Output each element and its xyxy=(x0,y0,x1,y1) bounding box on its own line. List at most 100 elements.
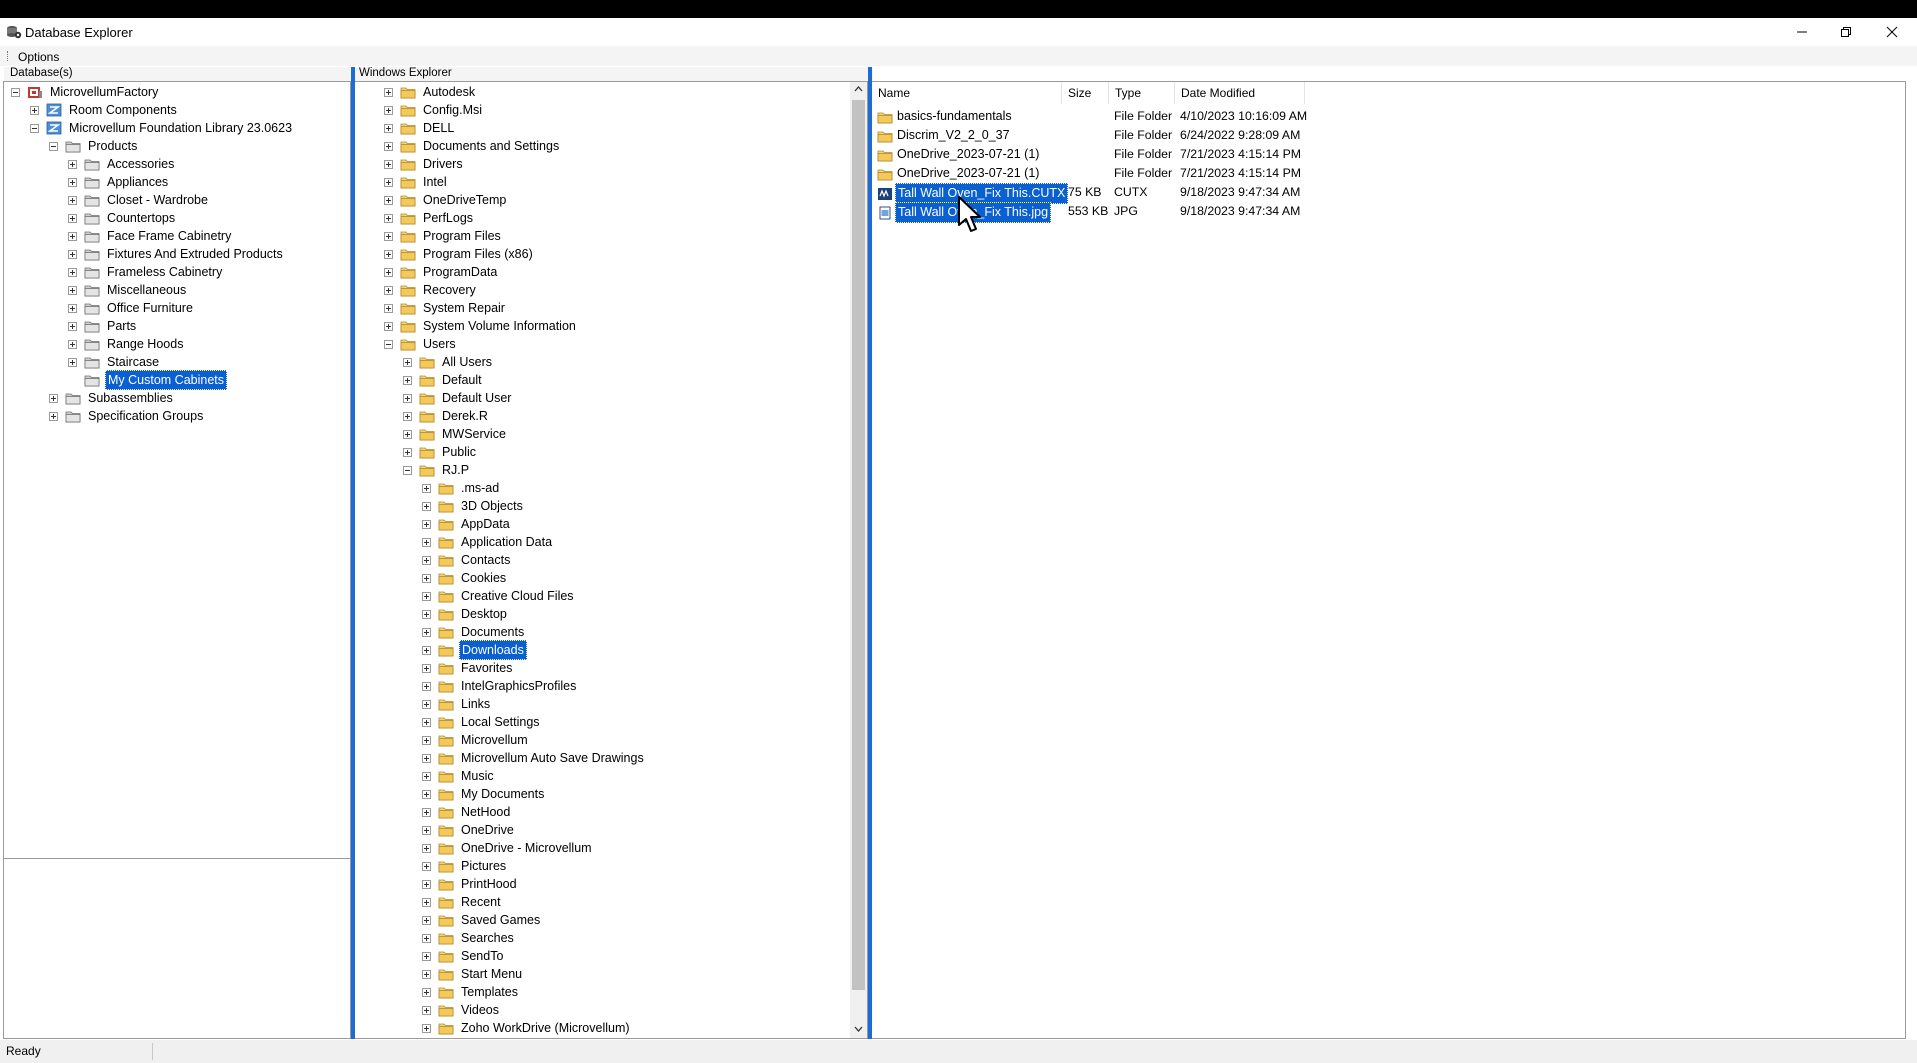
tree-node-label[interactable]: MicrovellumFactory xyxy=(48,83,160,101)
tree-node[interactable]: Cookies xyxy=(422,569,508,587)
expand-icon[interactable] xyxy=(422,789,431,799)
minimize-button[interactable] xyxy=(1780,18,1824,46)
tree-node[interactable]: Public xyxy=(403,443,478,461)
tree-node-label[interactable]: Fixtures And Extruded Products xyxy=(105,245,285,263)
tree-node[interactable]: Miscellaneous xyxy=(68,281,188,299)
tree-node-label[interactable]: System Volume Information xyxy=(421,317,578,335)
file-list-row[interactable]: OneDrive_2023-07-21 (1) File Folder 7/21/2… xyxy=(872,164,1312,183)
tree-node-label[interactable]: All Users xyxy=(440,353,494,371)
tree-node[interactable]: Config.Msi xyxy=(384,101,484,119)
scroll-down-arrow-icon[interactable] xyxy=(854,1026,863,1032)
expand-icon[interactable] xyxy=(49,411,58,421)
expand-icon[interactable] xyxy=(422,933,431,943)
expand-icon[interactable] xyxy=(384,123,393,133)
expand-icon[interactable] xyxy=(422,555,431,565)
tree-node-label[interactable]: Application Data xyxy=(459,533,554,551)
tree-node-label[interactable]: Contacts xyxy=(459,551,512,569)
expand-icon[interactable] xyxy=(384,231,393,241)
tree-node[interactable]: PerfLogs xyxy=(384,209,475,227)
tree-node[interactable]: Autodesk xyxy=(384,83,477,101)
tree-node-label[interactable]: IntelGraphicsProfiles xyxy=(459,677,578,695)
expand-icon[interactable] xyxy=(68,303,77,313)
tree-node-label[interactable]: Pictures xyxy=(459,857,508,875)
expand-icon[interactable] xyxy=(403,411,412,421)
tree-node-label[interactable]: PerfLogs xyxy=(421,209,475,227)
tree-node-label[interactable]: Range Hoods xyxy=(105,335,185,353)
tree-node-label[interactable]: Music xyxy=(459,767,496,785)
tree-node-label[interactable]: Public xyxy=(440,443,478,461)
expand-icon[interactable] xyxy=(403,357,412,367)
explorer-vertical-scrollbar[interactable] xyxy=(850,82,867,1038)
collapse-icon[interactable] xyxy=(403,465,412,475)
tree-node[interactable]: Links xyxy=(422,695,492,713)
expand-icon[interactable] xyxy=(422,519,431,529)
tree-node-label[interactable]: Accessories xyxy=(105,155,176,173)
tree-node[interactable]: System Volume Information xyxy=(384,317,578,335)
expand-icon[interactable] xyxy=(49,393,58,403)
tree-node-label[interactable]: Links xyxy=(459,695,492,713)
tree-node[interactable]: Program Files (x86) xyxy=(384,245,535,263)
tree-node-label[interactable]: Searches xyxy=(459,929,516,947)
expand-icon[interactable] xyxy=(422,951,431,961)
tree-node[interactable]: Default User xyxy=(403,389,513,407)
tree-node[interactable]: Pictures xyxy=(422,857,508,875)
expand-icon[interactable] xyxy=(422,681,431,691)
expand-icon[interactable] xyxy=(68,357,77,367)
expand-icon[interactable] xyxy=(422,753,431,763)
tree-node[interactable]: Face Frame Cabinetry xyxy=(68,227,233,245)
expand-icon[interactable] xyxy=(422,915,431,925)
tree-node-label[interactable]: Recent xyxy=(459,893,503,911)
expand-icon[interactable] xyxy=(68,159,77,169)
tree-node[interactable]: MWService xyxy=(403,425,508,443)
expand-icon[interactable] xyxy=(403,429,412,439)
expand-icon[interactable] xyxy=(422,609,431,619)
tree-node[interactable]: Default xyxy=(403,371,484,389)
tree-node[interactable]: OneDriveTemp xyxy=(384,191,508,209)
tree-node[interactable]: Parts xyxy=(68,317,138,335)
expand-icon[interactable] xyxy=(422,573,431,583)
column-header-type[interactable]: Type xyxy=(1109,82,1175,104)
tree-node[interactable]: Office Furniture xyxy=(68,299,195,317)
tree-node[interactable]: Accessories xyxy=(68,155,176,173)
tree-node-label[interactable]: AppData xyxy=(459,515,512,533)
windows-explorer-tree[interactable]: Autodesk Config.Msi DELL Documents and Sett… xyxy=(355,81,868,1039)
expand-icon[interactable] xyxy=(422,825,431,835)
tree-node[interactable]: Fixtures And Extruded Products xyxy=(68,245,285,263)
tree-node-label[interactable]: Derek.R xyxy=(440,407,490,425)
expand-icon[interactable] xyxy=(384,141,393,151)
expand-icon[interactable] xyxy=(422,591,431,601)
tree-node-label[interactable]: Intel xyxy=(421,173,449,191)
tree-node[interactable]: Range Hoods xyxy=(68,335,185,353)
tree-node-label[interactable]: Local Settings xyxy=(459,713,542,731)
tree-node-label[interactable]: PrintHood xyxy=(459,875,519,893)
expand-icon[interactable] xyxy=(422,807,431,817)
expand-icon[interactable] xyxy=(68,285,77,295)
tree-node-label[interactable]: Autodesk xyxy=(421,83,477,101)
tree-node-label[interactable]: ProgramData xyxy=(421,263,499,281)
expand-icon[interactable] xyxy=(422,969,431,979)
tree-node[interactable]: Users xyxy=(384,335,458,353)
tree-node-label[interactable]: System Repair xyxy=(421,299,507,317)
tree-node-label[interactable]: Program Files (x86) xyxy=(421,245,535,263)
expand-icon[interactable] xyxy=(384,303,393,313)
tree-node[interactable]: OneDrive - Microvellum xyxy=(422,839,594,857)
tree-node[interactable]: Program Files xyxy=(384,227,503,245)
expand-icon[interactable] xyxy=(422,627,431,637)
scroll-up-arrow-icon[interactable] xyxy=(854,86,863,92)
tree-node-label[interactable]: OneDrive xyxy=(459,821,516,839)
file-list-row[interactable]: Tall Wall Oven_Fix This.CUTX 75 KB CUTX 9/1… xyxy=(872,183,1312,204)
tree-node-label[interactable]: Microvellum Foundation Library 23.0623 xyxy=(67,119,294,137)
expand-icon[interactable] xyxy=(422,861,431,871)
tree-node[interactable]: Zoho WorkDrive (Microvellum) xyxy=(422,1019,632,1037)
tree-node[interactable]: IntelGraphicsProfiles xyxy=(422,677,578,695)
expand-icon[interactable] xyxy=(384,285,393,295)
file-name[interactable]: Tall Wall Oven_Fix This.CUTX xyxy=(895,183,1069,204)
file-list-row[interactable]: OneDrive_2023-07-21 (1) File Folder 7/21/2… xyxy=(872,145,1312,164)
expand-icon[interactable] xyxy=(384,87,393,97)
tree-node-label[interactable]: Downloads xyxy=(459,640,527,660)
tree-node[interactable]: Desktop xyxy=(422,605,509,623)
tree-node[interactable]: My Documents xyxy=(422,785,546,803)
expand-icon[interactable] xyxy=(68,249,77,259)
collapse-icon[interactable] xyxy=(49,141,58,151)
expand-icon[interactable] xyxy=(384,321,393,331)
